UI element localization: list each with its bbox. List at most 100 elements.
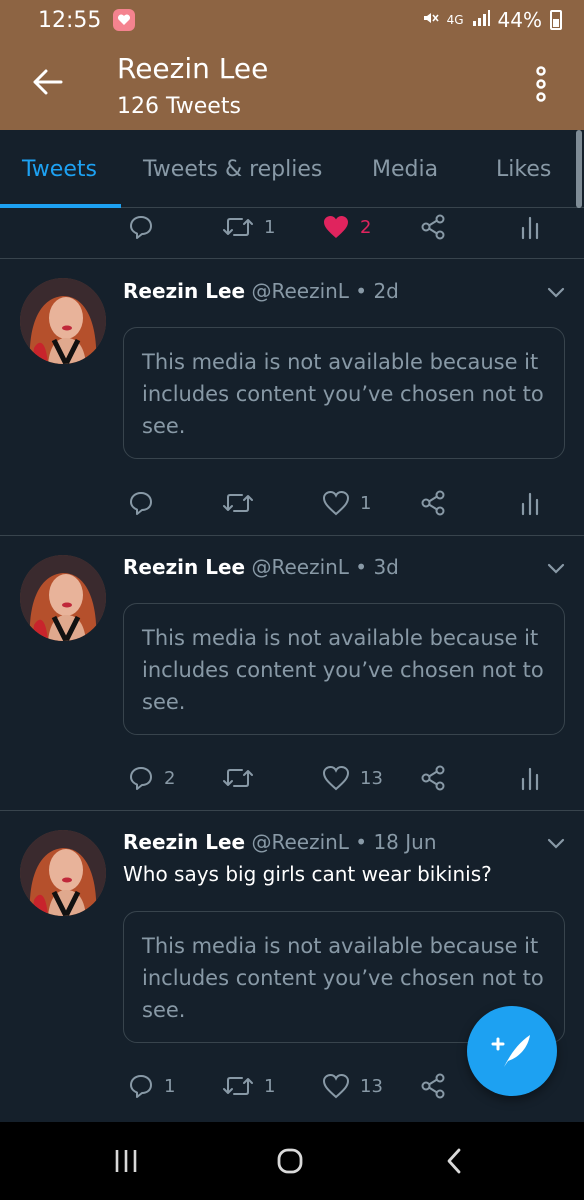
- analytics-button[interactable]: [520, 756, 540, 800]
- reply-icon: [130, 1075, 152, 1098]
- heart-icon: [322, 765, 350, 791]
- reply-button[interactable]: 2: [128, 756, 175, 800]
- tab-likes[interactable]: Likes: [496, 130, 551, 208]
- author-handle-time: @ReezinL • 2d: [251, 279, 399, 303]
- author-name[interactable]: Reezin Lee: [123, 279, 245, 303]
- share-icon: [421, 214, 445, 240]
- notification-icon: [113, 9, 136, 31]
- compose-tweet-icon: [491, 1035, 530, 1067]
- status-time: 12:55: [38, 7, 102, 33]
- signal-icon: [472, 8, 490, 32]
- tab-tweets-and-replies[interactable]: Tweets & replies: [143, 130, 322, 208]
- like-count: 13: [360, 1075, 383, 1097]
- reply-icon: [130, 767, 152, 790]
- retweet-icon: [223, 494, 253, 512]
- tweet-header: Reezin Lee @ReezinL • 2d: [123, 279, 399, 303]
- tweet-text: Who says big girls cant wear bikinis?: [123, 862, 492, 886]
- retweet-count: 1: [264, 216, 276, 238]
- like-button[interactable]: 13: [322, 1064, 383, 1108]
- profile-name-title: Reezin Lee: [117, 52, 269, 85]
- status-bar: 12:55 4G 44%: [0, 0, 584, 40]
- tweet-item[interactable]: Reezin Lee @ReezinL • 2d This media is n…: [0, 258, 584, 535]
- avatar[interactable]: [20, 830, 106, 916]
- avatar[interactable]: [20, 278, 106, 364]
- retweet-button[interactable]: [222, 756, 264, 800]
- avatar[interactable]: [20, 555, 106, 641]
- profile-header: Reezin Lee 126 Tweets: [0, 40, 584, 130]
- tweet-menu-button[interactable]: [544, 281, 568, 305]
- tab-media[interactable]: Media: [372, 130, 438, 208]
- retweet-button[interactable]: 1: [222, 1064, 275, 1108]
- share-icon: [421, 490, 445, 516]
- status-indicators: 4G 44%: [421, 8, 562, 32]
- author-name[interactable]: Reezin Lee: [123, 830, 245, 854]
- network-type: 4G: [446, 13, 464, 27]
- home-button[interactable]: [260, 1142, 320, 1180]
- share-button[interactable]: [420, 756, 446, 800]
- media-unavailable-notice[interactable]: This media is not available because it i…: [123, 603, 565, 735]
- retweet-button[interactable]: 1: [222, 205, 275, 249]
- retweet-icon: [223, 769, 253, 787]
- analytics-button[interactable]: [520, 205, 540, 249]
- reply-count: 2: [164, 767, 176, 789]
- mute-icon: [421, 8, 439, 32]
- share-button[interactable]: [420, 205, 446, 249]
- tweet-actions: 1: [0, 481, 584, 525]
- retweet-count: 1: [264, 1075, 276, 1097]
- reply-icon: [130, 492, 152, 515]
- tweet-header: Reezin Lee @ReezinL • 3d: [123, 555, 399, 579]
- chevron-down-icon: [547, 563, 565, 574]
- author-handle-time: @ReezinL • 3d: [251, 555, 399, 579]
- profile-tabs: Tweets Tweets & replies Media Likes: [0, 130, 584, 208]
- author-handle-time: @ReezinL • 18 Jun: [251, 830, 437, 854]
- share-button[interactable]: [420, 1064, 446, 1108]
- back-arrow-icon: [33, 69, 63, 95]
- chevron-down-icon: [547, 838, 565, 849]
- share-icon: [421, 1073, 445, 1099]
- tweet-actions: 2 13: [0, 756, 584, 800]
- heart-icon: [322, 1073, 350, 1099]
- system-navigation-bar: [0, 1122, 584, 1200]
- author-name[interactable]: Reezin Lee: [123, 555, 245, 579]
- reply-button[interactable]: [128, 481, 164, 525]
- chevron-down-icon: [547, 287, 565, 298]
- nav-back-icon: [447, 1148, 461, 1174]
- reply-button[interactable]: [128, 205, 164, 249]
- more-options-button[interactable]: [526, 64, 556, 104]
- tweet-header: Reezin Lee @ReezinL • 18 Jun: [123, 830, 437, 854]
- recent-apps-icon: [115, 1150, 137, 1172]
- tweet-menu-button[interactable]: [544, 557, 568, 581]
- media-unavailable-notice[interactable]: This media is not available because it i…: [123, 327, 565, 459]
- like-button[interactable]: 2: [322, 205, 371, 249]
- like-count: 2: [360, 216, 372, 238]
- reply-count: 1: [164, 1075, 176, 1097]
- retweet-icon: [223, 1077, 253, 1095]
- heart-icon: [324, 216, 348, 238]
- heart-icon: [322, 490, 350, 516]
- battery-percent: 44%: [497, 8, 542, 32]
- reply-button[interactable]: 1: [128, 1064, 175, 1108]
- tweet-item[interactable]: Reezin Lee @ReezinL • 3d This media is n…: [0, 535, 584, 810]
- back-button[interactable]: [28, 62, 68, 102]
- nav-back-button[interactable]: [424, 1142, 484, 1180]
- analytics-icon: [521, 216, 539, 240]
- reply-icon: [130, 216, 152, 239]
- analytics-icon: [521, 492, 539, 516]
- tab-tweets[interactable]: Tweets: [22, 130, 97, 208]
- scrollbar[interactable]: [576, 130, 582, 208]
- like-button[interactable]: 1: [322, 481, 371, 525]
- analytics-icon: [521, 767, 539, 791]
- home-icon: [277, 1148, 303, 1174]
- like-count: 1: [360, 492, 372, 514]
- tweet-menu-button[interactable]: [544, 832, 568, 856]
- share-icon: [421, 765, 445, 791]
- retweet-button[interactable]: [222, 481, 264, 525]
- recent-apps-button[interactable]: [96, 1142, 156, 1180]
- like-button[interactable]: 13: [322, 756, 383, 800]
- share-button[interactable]: [420, 481, 446, 525]
- more-vertical-icon: [536, 66, 546, 102]
- analytics-button[interactable]: [520, 481, 540, 525]
- compose-tweet-button[interactable]: [467, 1006, 557, 1096]
- retweet-icon: [223, 218, 253, 236]
- like-count: 13: [360, 767, 383, 789]
